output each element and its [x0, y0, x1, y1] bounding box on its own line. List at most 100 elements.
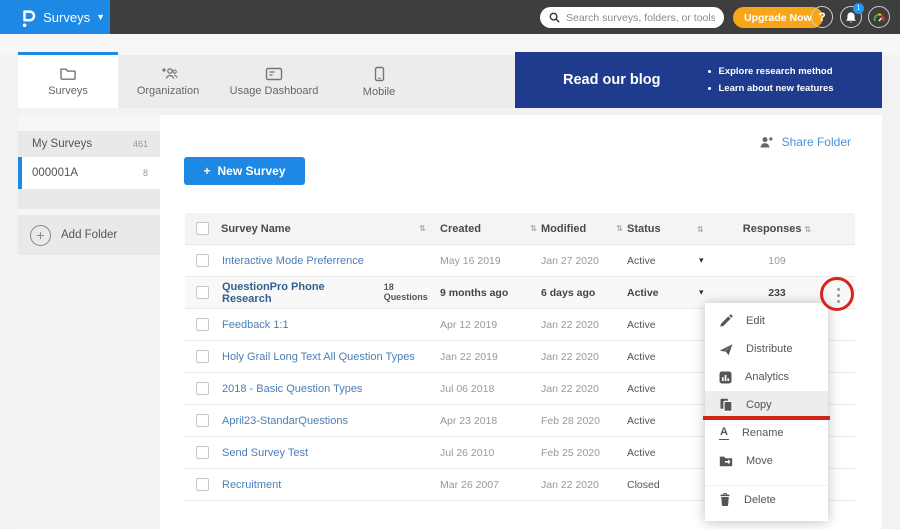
- sort-icon[interactable]: ⇅: [419, 224, 426, 233]
- bullet-dot: [708, 70, 711, 73]
- notification-badge: 1: [853, 3, 864, 14]
- table-header-row: Survey Name ⇅ Created ⇅ Modified ⇅ Statu…: [185, 213, 855, 245]
- sort-icon[interactable]: ⇅: [697, 225, 704, 234]
- created-value: Apr 23 2018: [440, 415, 541, 427]
- row-checkbox[interactable]: [196, 382, 209, 395]
- row-checkbox[interactable]: [196, 478, 209, 491]
- usage-gauge-button[interactable]: [868, 6, 890, 28]
- menu-item-move-label: Move: [746, 455, 773, 467]
- sidebar-item-folder-000001A[interactable]: 000001A 8: [18, 157, 160, 189]
- questionpro-logo-icon: [20, 7, 37, 28]
- sidebar-item-my-surveys[interactable]: My Surveys 461: [18, 131, 160, 157]
- status-value: Active: [627, 287, 697, 299]
- row-checkbox[interactable]: [196, 414, 209, 427]
- annotation-underline-copy: [703, 416, 830, 420]
- person-add-icon: [757, 135, 774, 149]
- folder-label: 000001A: [32, 167, 78, 179]
- tab-organization-label: Organization: [137, 85, 199, 97]
- rename-icon: A: [719, 427, 729, 440]
- modified-value: Jan 22 2020: [541, 351, 627, 363]
- created-value: Jul 06 2018: [440, 383, 541, 395]
- tabstrip-filler: [428, 55, 515, 108]
- tab-surveys-label: Surveys: [48, 85, 88, 97]
- tab-usage-dashboard-label: Usage Dashboard: [230, 85, 319, 97]
- my-surveys-count: 461: [133, 139, 148, 149]
- help-button[interactable]: ?: [811, 6, 833, 28]
- menu-item-rename[interactable]: A Rename: [705, 419, 828, 447]
- status-value: Active: [627, 383, 697, 395]
- module-tabs: Surveys Organization Usage Dashboard: [18, 55, 515, 108]
- menu-item-copy[interactable]: Copy: [705, 391, 828, 419]
- survey-name-link[interactable]: QuestionPro Phone Research: [222, 281, 377, 305]
- survey-name-link[interactable]: Send Survey Test: [222, 447, 308, 459]
- modified-value: Jan 22 2020: [541, 319, 627, 331]
- tab-surveys[interactable]: Surveys: [18, 52, 118, 108]
- row-checkbox[interactable]: [196, 318, 209, 331]
- blog-banner[interactable]: Read our blog Explore research method Le…: [515, 52, 882, 108]
- column-modified: Modified: [541, 223, 586, 235]
- modified-value: Jan 22 2020: [541, 479, 627, 491]
- status-dropdown-caret[interactable]: ▾: [697, 255, 737, 266]
- organization-icon: [159, 66, 178, 81]
- tab-mobile-label: Mobile: [363, 86, 395, 98]
- row-checkbox[interactable]: [196, 350, 209, 363]
- banner-bullet-1: Explore research method: [718, 63, 832, 80]
- search-input[interactable]: [566, 12, 715, 24]
- gauge-icon: [872, 11, 886, 24]
- status-value: Active: [627, 447, 697, 459]
- menu-item-edit[interactable]: Edit: [705, 307, 828, 335]
- status-value: Active: [627, 255, 697, 267]
- menu-item-distribute[interactable]: Distribute: [705, 335, 828, 363]
- modified-value: Jan 22 2020: [541, 383, 627, 395]
- my-surveys-label: My Surveys: [32, 138, 92, 150]
- survey-name-link[interactable]: 2018 - Basic Question Types: [222, 383, 362, 395]
- sidebar-spacer: [18, 189, 160, 209]
- column-survey-name: Survey Name: [221, 223, 291, 235]
- plus-icon: +: [203, 164, 210, 178]
- product-switcher[interactable]: Surveys ▼: [0, 0, 110, 34]
- sort-icon[interactable]: ⇅: [616, 224, 623, 233]
- add-folder-button[interactable]: + Add Folder: [18, 215, 160, 255]
- table-row: Interactive Mode Preferrence May 16 2019…: [185, 245, 855, 277]
- select-all-checkbox[interactable]: [196, 222, 209, 235]
- created-value: 9 months ago: [440, 287, 541, 299]
- menu-item-rename-label: Rename: [742, 427, 784, 439]
- row-checkbox[interactable]: [196, 254, 209, 267]
- menu-item-analytics[interactable]: Analytics: [705, 363, 828, 391]
- created-value: Jul 26 2010: [440, 447, 541, 459]
- share-folder-link[interactable]: Share Folder: [757, 135, 851, 149]
- tab-usage-dashboard[interactable]: Usage Dashboard: [218, 55, 330, 108]
- copy-icon: [719, 398, 733, 412]
- menu-item-delete-label: Delete: [744, 494, 776, 506]
- sort-icon[interactable]: ⇅: [530, 224, 537, 233]
- row-checkbox[interactable]: [196, 286, 209, 299]
- folder-icon: [59, 66, 77, 81]
- modified-value: 6 days ago: [541, 287, 627, 299]
- blog-banner-title: Read our blog: [563, 72, 660, 88]
- tab-organization[interactable]: Organization: [118, 55, 218, 108]
- status-value: Active: [627, 351, 697, 363]
- upgrade-now-button[interactable]: Upgrade Now: [733, 7, 823, 28]
- menu-item-move[interactable]: Move: [705, 447, 828, 475]
- sort-icon[interactable]: ⇅: [805, 225, 812, 234]
- survey-name-link[interactable]: April23-StandarQuestions: [222, 415, 348, 427]
- bar-chart-icon: [719, 371, 732, 384]
- survey-name-link[interactable]: Holy Grail Long Text All Question Types: [222, 351, 415, 363]
- tab-mobile[interactable]: Mobile: [330, 55, 428, 108]
- survey-name-link[interactable]: Feedback 1:1: [222, 319, 289, 331]
- survey-name-link[interactable]: Recruitment: [222, 479, 281, 491]
- dashboard-icon: [265, 67, 283, 81]
- folders-sidebar: My Surveys 461 000001A 8 + Add Folder: [18, 115, 160, 529]
- new-survey-button[interactable]: + New Survey: [184, 157, 305, 185]
- status-value: Closed: [627, 479, 697, 491]
- created-value: Apr 12 2019: [440, 319, 541, 331]
- status-value: Active: [627, 415, 697, 427]
- menu-item-delete[interactable]: Delete: [705, 485, 828, 513]
- column-responses: Responses: [743, 223, 802, 235]
- row-checkbox[interactable]: [196, 446, 209, 459]
- global-search: [540, 7, 724, 28]
- chevron-down-icon: ▼: [96, 12, 105, 22]
- survey-name-link[interactable]: Interactive Mode Preferrence: [222, 255, 364, 267]
- status-dropdown-caret[interactable]: ▾: [697, 287, 737, 298]
- modified-value: Jan 27 2020: [541, 255, 627, 267]
